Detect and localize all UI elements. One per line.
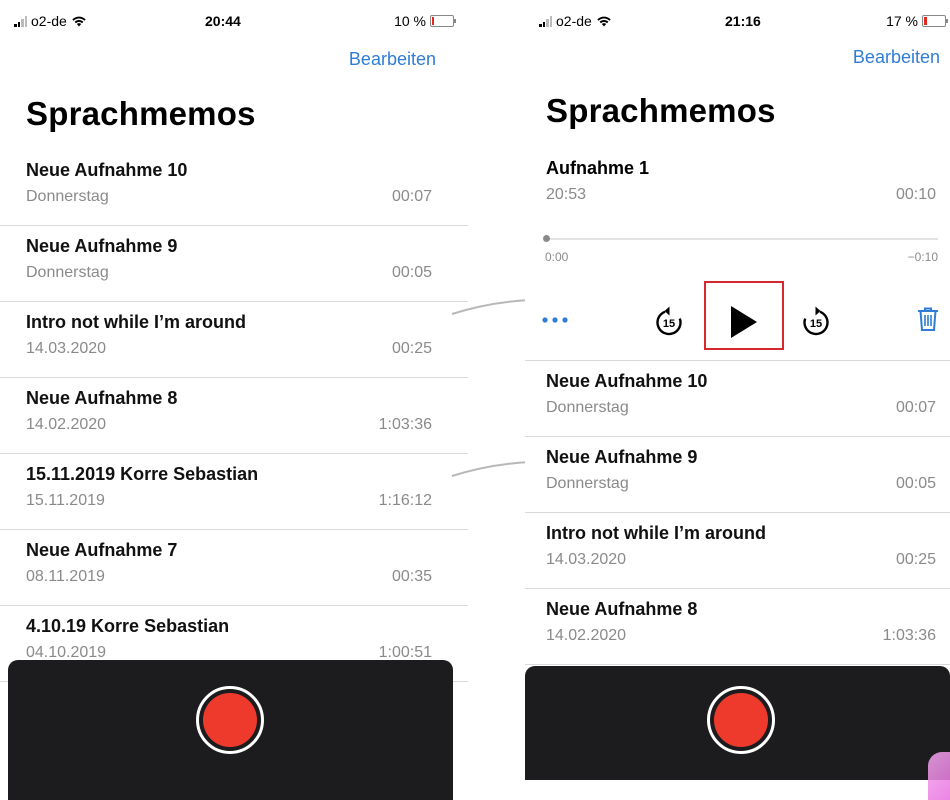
status-bar: o2-de 20:44 10 % bbox=[0, 0, 468, 40]
recordings-list: Neue Aufnahme 10 Donnerstag 00:07 Neue Aufn… bbox=[525, 361, 950, 665]
recording-date: 14.02.2020 bbox=[546, 627, 627, 644]
signal-icon bbox=[14, 15, 27, 27]
recording-name: Neue Aufnahme 9 bbox=[26, 236, 178, 256]
recording-row[interactable]: 15.11.2019 Korre Sebastian 15.11.2019 1:16… bbox=[0, 454, 468, 530]
page-title: Sprachmemos bbox=[546, 92, 776, 129]
remaining-time: −0:10 bbox=[907, 250, 938, 264]
recording-row[interactable]: Neue Aufnahme 10 Donnerstag 00:07 bbox=[525, 361, 950, 437]
more-options-button[interactable] bbox=[539, 308, 571, 332]
recording-row[interactable]: Intro not while I’m around 14.03.2020 00:2… bbox=[0, 302, 468, 378]
recording-row[interactable]: Intro not while I’m around 14.03.2020 00:2… bbox=[525, 513, 950, 589]
selected-recording[interactable]: Aufnahme 1 20:53 00:10 0:00 −0:10 15 15 bbox=[525, 148, 950, 361]
recording-name: Neue Aufnahme 8 bbox=[546, 599, 698, 619]
recording-row[interactable]: Neue Aufnahme 7 08.11.2019 00:35 bbox=[0, 530, 468, 606]
recording-row[interactable]: Neue Aufnahme 8 14.02.2020 1:03:36 bbox=[0, 378, 468, 454]
status-bar: o2-de 21:16 17 % bbox=[525, 0, 950, 40]
trash-icon bbox=[918, 307, 938, 331]
recordings-list: Neue Aufnahme 10 Donnerstag 00:07 Neue Aufn… bbox=[0, 150, 468, 682]
skip-forward-15-icon: 15 bbox=[803, 306, 829, 336]
skip-forward-button[interactable]: 15 bbox=[797, 303, 835, 341]
recording-duration: 00:07 bbox=[895, 399, 936, 416]
recording-date: Donnerstag bbox=[546, 475, 629, 492]
record-button[interactable] bbox=[196, 686, 264, 754]
clock: 20:44 bbox=[205, 13, 241, 29]
recording-duration: 1:16:12 bbox=[378, 492, 432, 509]
battery-percent: 17 % bbox=[886, 13, 918, 29]
page-title: Sprachmemos bbox=[26, 95, 256, 132]
battery-icon bbox=[430, 15, 456, 27]
ellipsis-icon bbox=[542, 317, 568, 323]
record-panel bbox=[525, 666, 950, 780]
recording-name: Intro not while I’m around bbox=[546, 523, 766, 543]
recording-row[interactable]: Neue Aufnahme 10 Donnerstag 00:07 bbox=[0, 150, 468, 226]
recording-duration: 00:05 bbox=[391, 264, 432, 281]
recording-name: Intro not while I’m around bbox=[26, 312, 246, 332]
recording-date: Donnerstag bbox=[26, 264, 109, 281]
scrubber-handle[interactable] bbox=[543, 235, 550, 242]
selected-recording-duration: 00:10 bbox=[895, 186, 936, 203]
edit-button[interactable]: Bearbeiten bbox=[349, 49, 436, 70]
selected-recording-name: Aufnahme 1 bbox=[546, 158, 650, 178]
record-button[interactable] bbox=[707, 686, 775, 754]
svg-text:15: 15 bbox=[810, 318, 822, 330]
wifi-icon bbox=[597, 16, 611, 27]
recording-date: Donnerstag bbox=[546, 399, 629, 416]
recording-name: Neue Aufnahme 7 bbox=[26, 540, 178, 560]
recording-name: 4.10.19 Korre Sebastian bbox=[26, 616, 230, 636]
record-panel bbox=[8, 660, 453, 800]
play-button-highlight bbox=[704, 281, 784, 350]
delete-button[interactable] bbox=[913, 304, 943, 334]
recording-name: Neue Aufnahme 10 bbox=[546, 371, 708, 391]
elapsed-time: 0:00 bbox=[545, 250, 569, 264]
clock: 21:16 bbox=[725, 13, 761, 29]
recording-name: Neue Aufnahme 10 bbox=[26, 160, 188, 180]
recording-name: Neue Aufnahme 9 bbox=[546, 447, 698, 467]
left-screen: o2-de 20:44 10 % Bearbeiten Sprachmemos … bbox=[0, 0, 468, 800]
skip-back-15-icon: 15 bbox=[656, 306, 682, 336]
recording-date: 08.11.2019 bbox=[26, 568, 105, 585]
battery-percent: 10 % bbox=[394, 13, 426, 29]
recording-row[interactable]: Neue Aufnahme 9 Donnerstag 00:05 bbox=[0, 226, 468, 302]
signal-icon bbox=[539, 15, 552, 27]
edit-button[interactable]: Bearbeiten bbox=[853, 47, 940, 68]
recording-date: 15.11.2019 bbox=[26, 492, 105, 509]
recording-duration: 00:25 bbox=[391, 340, 432, 357]
svg-text:15: 15 bbox=[663, 318, 675, 330]
recording-date: Donnerstag bbox=[26, 188, 109, 205]
recording-duration: 1:03:36 bbox=[378, 416, 432, 433]
recording-duration: 00:25 bbox=[895, 551, 936, 568]
recording-duration: 1:03:36 bbox=[882, 627, 936, 644]
recording-duration: 00:35 bbox=[391, 568, 432, 585]
recording-duration: 00:05 bbox=[895, 475, 936, 492]
decorative-corner-mark bbox=[928, 752, 950, 800]
recording-date: 14.02.2020 bbox=[26, 416, 107, 433]
recording-name: 15.11.2019 Korre Sebastian bbox=[26, 464, 259, 484]
recording-date: 14.03.2020 bbox=[546, 551, 627, 568]
recording-row[interactable]: Neue Aufnahme 9 Donnerstag 00:05 bbox=[525, 437, 950, 513]
recording-date: 14.03.2020 bbox=[26, 340, 107, 357]
recording-row[interactable]: Neue Aufnahme 8 14.02.2020 1:03:36 bbox=[525, 589, 950, 665]
wifi-icon bbox=[72, 16, 86, 27]
skip-back-button[interactable]: 15 bbox=[650, 303, 688, 341]
carrier-label: o2-de bbox=[556, 13, 592, 29]
playback-scrubber[interactable] bbox=[545, 238, 938, 240]
selected-recording-date: 20:53 bbox=[546, 186, 587, 203]
carrier-label: o2-de bbox=[31, 13, 67, 29]
battery-icon bbox=[922, 15, 948, 27]
right-screen: o2-de 21:16 17 % Bearbeiten Sprachmemos … bbox=[525, 0, 950, 780]
recording-name: Neue Aufnahme 8 bbox=[26, 388, 178, 408]
recording-duration: 00:07 bbox=[391, 188, 432, 205]
